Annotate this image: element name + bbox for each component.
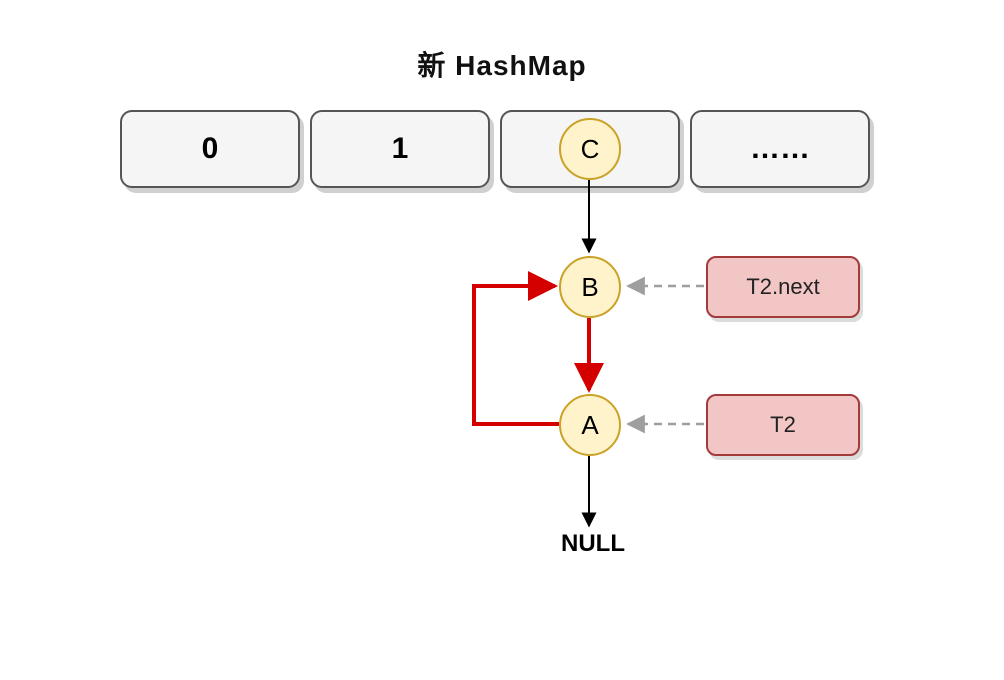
arrows-overlay <box>0 0 1004 680</box>
node-a: A <box>559 394 621 456</box>
diagram-title: 新 HashMap <box>0 44 1004 84</box>
node-b: B <box>559 256 621 318</box>
arrow-a-to-b-loop <box>474 286 559 424</box>
bucket-more: …… <box>690 110 870 188</box>
pointer-t2: T2 <box>706 394 860 456</box>
node-c: C <box>559 118 621 180</box>
pointer-t2-next: T2.next <box>706 256 860 318</box>
bucket-1: 1 <box>310 110 490 188</box>
null-label: NULL <box>561 530 625 558</box>
bucket-0: 0 <box>120 110 300 188</box>
